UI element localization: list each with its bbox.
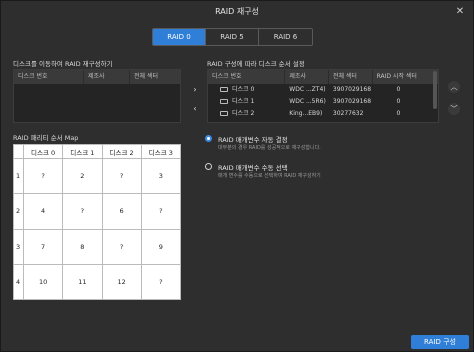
map-row-header: 3 xyxy=(13,228,24,265)
col-maker[interactable]: 제조사 xyxy=(84,70,130,84)
disk-sectors: 30277632 xyxy=(332,110,364,117)
chevron-left-icon[interactable]: ‹ xyxy=(189,103,201,115)
disk-sectors: 3907029168 xyxy=(332,98,372,105)
auto-params-label[interactable]: RAID 매개변수 자동 결정 xyxy=(218,134,288,144)
disk-order-heading: RAID 구성에 따라 디스크 순서 설정 xyxy=(207,60,305,68)
map-cell: 4 xyxy=(22,193,64,230)
disk-name: 디스크 2 xyxy=(208,108,285,120)
map-col-header: 디스크 1 xyxy=(62,144,103,159)
disk-maker: WDC ...5R6) xyxy=(289,98,326,105)
disk-name: 디스크 0 xyxy=(208,84,285,96)
raid-reconfigure-dialog: RAID 재구성 ✕ RAID 0 RAID 5 RAID 6 디스크를 이동하… xyxy=(0,0,474,352)
disk-maker: WDC ...ZT4) xyxy=(289,86,326,93)
map-row-header: 1 xyxy=(13,157,24,195)
disk-start-sector: 0 xyxy=(396,98,401,105)
drive-icon xyxy=(220,87,228,92)
disk-sectors: 3907029168 xyxy=(332,86,372,93)
dialog-title: RAID 재구성 xyxy=(215,7,259,16)
disk-start-sector: 0 xyxy=(396,86,401,93)
map-cell: 6 xyxy=(101,193,142,230)
map-cell: ? xyxy=(22,157,64,195)
auto-params-radio[interactable] xyxy=(205,135,212,142)
raid-configure-button[interactable]: RAID 구성 xyxy=(411,335,469,349)
map-cell: 3 xyxy=(140,157,182,195)
table-scrollbar[interactable] xyxy=(433,71,437,109)
map-cell: 7 xyxy=(22,228,64,265)
map-col-header: 디스크 2 xyxy=(101,144,142,159)
map-cell: ? xyxy=(140,193,182,230)
move-up-icon[interactable]: ︿ xyxy=(448,81,460,93)
table-header: 디스크 번호 제조사 전체 섹터 xyxy=(14,70,180,84)
map-cell: 9 xyxy=(140,228,182,265)
col-start-sector[interactable]: RAID 시작 섹터 xyxy=(373,70,438,84)
raid-level-selector: RAID 0 RAID 5 RAID 6 xyxy=(152,28,313,46)
tab-raid6[interactable]: RAID 6 xyxy=(259,29,312,45)
disk-maker: King...EB9) xyxy=(289,110,323,117)
map-cell: 12 xyxy=(101,263,142,301)
tab-raid5[interactable]: RAID 5 xyxy=(206,29,259,45)
chevron-right-icon[interactable]: › xyxy=(189,84,201,96)
map-cell: 8 xyxy=(62,228,103,265)
map-cell: ? xyxy=(101,157,142,195)
disk-order-table[interactable]: 디스크 번호 제조사 전체 섹터 RAID 시작 섹터 디스크 0 WDC ..… xyxy=(207,69,439,123)
auto-params-description: 대부분의 경우 RAID를 성공적으로 재구성합니다. xyxy=(218,145,321,151)
map-cell: ? xyxy=(62,193,103,230)
available-disks-heading: 디스크를 이동하여 RAID 재구성하기 xyxy=(13,60,113,68)
disk-start-sector: 0 xyxy=(396,110,401,117)
map-cell: ? xyxy=(140,263,182,301)
map-col-header: 디스크 3 xyxy=(140,144,182,159)
col-sectors[interactable]: 전체 섹터 xyxy=(329,70,373,84)
map-cell: 2 xyxy=(62,157,103,195)
parity-map-heading: RAID 패리티 순서 Map xyxy=(13,134,79,142)
manual-params-radio[interactable] xyxy=(205,163,212,170)
tab-raid0[interactable]: RAID 0 xyxy=(153,29,206,45)
drive-icon xyxy=(220,111,228,116)
map-corner xyxy=(13,144,24,159)
move-down-icon[interactable]: ﹀ xyxy=(448,103,460,115)
close-icon[interactable]: ✕ xyxy=(453,5,467,19)
col-sectors[interactable]: 전체 섹터 xyxy=(130,70,180,84)
table-row[interactable]: 디스크 1 WDC ...5R6) 3907029168 0 xyxy=(208,96,438,108)
table-row[interactable]: 디스크 2 King...EB9) 30277632 0 xyxy=(208,108,438,120)
table-header: 디스크 번호 제조사 전체 섹터 RAID 시작 섹터 xyxy=(208,70,438,84)
map-row-header: 2 xyxy=(13,193,24,230)
manual-params-description: 매개 변수를 수동으로 선택하여 RAID 재구성하기 xyxy=(218,173,321,179)
map-cell: 10 xyxy=(22,263,64,301)
available-disks-table[interactable]: 디스크 번호 제조사 전체 섹터 xyxy=(13,69,181,123)
map-row-header: 4 xyxy=(13,263,24,301)
col-maker[interactable]: 제조사 xyxy=(285,70,329,84)
disk-name: 디스크 1 xyxy=(208,96,285,108)
map-cell: 11 xyxy=(62,263,103,301)
manual-params-label[interactable]: RAID 매개변수 수동 선택 xyxy=(218,162,288,172)
map-col-header: 디스크 0 xyxy=(22,144,64,159)
map-cell: ? xyxy=(101,228,142,265)
drive-icon xyxy=(220,99,228,104)
table-row[interactable]: 디스크 0 WDC ...ZT4) 3907029168 0 xyxy=(208,84,438,96)
parity-map: 디스크 0 디스크 1 디스크 2 디스크 3 1 ? 2 ? 3 2 4 ? … xyxy=(13,144,182,301)
col-disk[interactable]: 디스크 번호 xyxy=(208,70,286,84)
col-disk[interactable]: 디스크 번호 xyxy=(14,70,84,84)
